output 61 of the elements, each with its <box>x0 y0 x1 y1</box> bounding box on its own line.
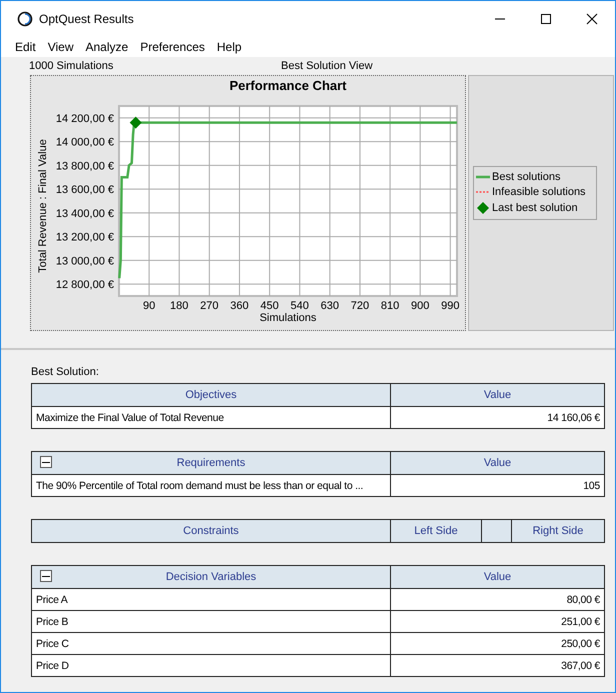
legend-label: Infeasible solutions <box>492 186 586 198</box>
table-cell: Price A <box>32 588 390 610</box>
table-cell: Maximize the Final Value of Total Revenue <box>32 406 390 428</box>
x-tick-label: 540 <box>290 300 309 312</box>
collapse-icon[interactable] <box>40 456 52 468</box>
column-header: Decision Variables <box>32 566 390 588</box>
table-cell: 250,00 € <box>390 632 604 654</box>
x-tick-label: 180 <box>170 300 188 312</box>
view-title: Best Solution View <box>281 60 373 72</box>
x-tick-label: 360 <box>230 300 249 312</box>
y-tick-label: 13 200,00 € <box>56 232 114 244</box>
chart-title: Performance Chart <box>229 78 347 93</box>
table-cell: 367,00 € <box>390 654 604 676</box>
x-axis-label: Simulations <box>260 312 316 324</box>
window-title: OptQuest Results <box>39 12 135 26</box>
collapse-icon[interactable] <box>40 570 52 582</box>
y-tick-label: 13 400,00 € <box>56 208 114 220</box>
menu-item[interactable]: Analyze <box>79 40 134 54</box>
menu-item[interactable]: Help <box>210 40 248 54</box>
column-header: Value <box>390 452 604 474</box>
menu-item[interactable]: Preferences <box>134 40 211 54</box>
app-logo-icon <box>17 11 33 27</box>
y-tick-label: 13 600,00 € <box>56 184 114 196</box>
table-cell: Price D <box>32 654 390 676</box>
simulation-count: 1000 Simulations <box>29 60 114 72</box>
column-header: Objectives <box>32 384 390 406</box>
close-icon[interactable] <box>586 13 598 25</box>
column-header: Constraints <box>32 520 390 542</box>
table-cell: The 90% Percentile of Total room demand must be less than or equal to ... <box>32 474 390 496</box>
column-header: Value <box>390 384 604 406</box>
x-tick-label: 450 <box>260 300 279 312</box>
y-tick-label: 13 800,00 € <box>56 160 114 172</box>
x-tick-label: 990 <box>441 300 460 312</box>
y-tick-label: 13 000,00 € <box>56 255 114 268</box>
menu-item[interactable]: View <box>42 40 80 54</box>
x-tick-label: 810 <box>380 300 400 312</box>
y-axis-label: Total Revenue : Final Value <box>37 139 49 273</box>
y-tick-label: 14 000,00 € <box>56 136 114 149</box>
column-header: Value <box>390 566 604 588</box>
x-tick-label: 90 <box>143 300 156 312</box>
section-label: Best Solution: <box>31 366 99 378</box>
legend-label: Best solutions <box>492 171 560 183</box>
column-header: Left Side <box>390 520 482 542</box>
menu-item[interactable]: Edit <box>9 40 42 54</box>
legend-label: Last best solution <box>492 202 578 214</box>
x-tick-label: 270 <box>200 300 219 312</box>
table-cell: 14 160,06 € <box>390 406 604 428</box>
table-cell: 105 <box>390 474 604 496</box>
x-tick-label: 900 <box>411 300 430 312</box>
y-tick-label: 14 200,00 € <box>56 112 114 125</box>
maximize-icon[interactable] <box>540 13 552 25</box>
table-cell: Price B <box>32 610 390 632</box>
table-cell: 251,00 € <box>390 610 604 632</box>
column-header: Right Side <box>512 520 604 542</box>
x-tick-label: 720 <box>350 300 370 312</box>
table-cell: 80,00 € <box>390 588 604 610</box>
best-solution-marker <box>130 116 142 129</box>
y-tick-label: 12 800,00 € <box>56 279 114 292</box>
column-header: Requirements <box>32 452 390 474</box>
x-tick-label: 630 <box>320 300 339 312</box>
table-cell: Price C <box>32 632 390 654</box>
